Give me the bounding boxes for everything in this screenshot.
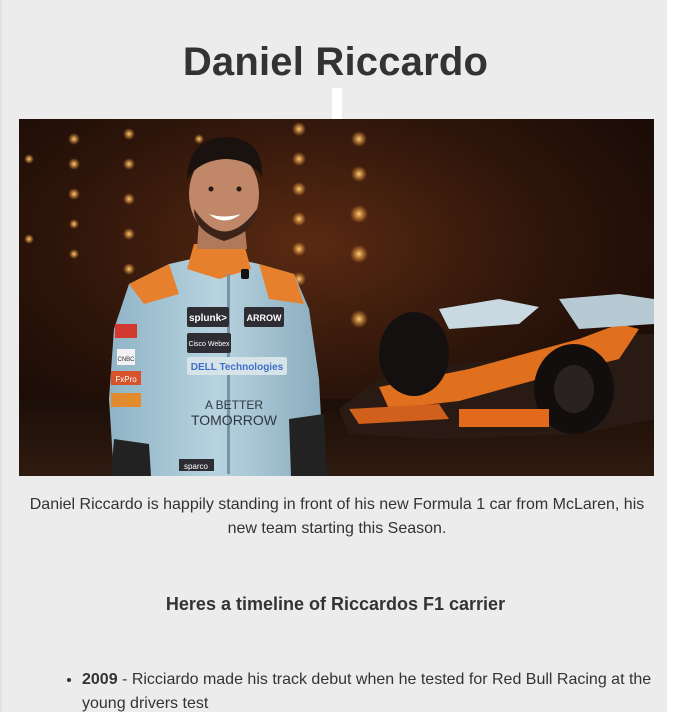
timeline-text: - Ricciardo made his track debut when he…	[82, 671, 652, 712]
svg-text:FxPro: FxPro	[115, 375, 137, 384]
svg-text:sparco: sparco	[184, 462, 209, 471]
svg-text:splunk>: splunk>	[189, 313, 227, 324]
timeline-heading: Heres a timeline of Riccardos F1 carrier	[165, 594, 506, 614]
page-title: Daniel Riccardo	[182, 40, 489, 84]
svg-text:DELL Technologies: DELL Technologies	[191, 362, 284, 373]
hero-photo: splunk> ARROW Cisco Webex DELL Technolog…	[19, 119, 654, 476]
svg-text:ARROW: ARROW	[247, 313, 282, 323]
photo-caption: Daniel Riccardo is happily standing in f…	[29, 496, 645, 537]
svg-text:A BETTER: A BETTER	[205, 398, 263, 412]
timeline-item: 2009 - Ricciardo made his track debut wh…	[82, 668, 667, 712]
text-cursor-mark	[332, 88, 342, 119]
timeline-list: 2009 - Ricciardo made his track debut wh…	[62, 668, 667, 712]
timeline-year: 2009	[82, 671, 118, 688]
svg-text:Cisco Webex: Cisco Webex	[188, 341, 230, 348]
article-page: Daniel Riccardo splunk> ARROW Cisco Webe…	[0, 0, 667, 712]
svg-text:CNBC: CNBC	[117, 357, 135, 363]
svg-text:TOMORROW: TOMORROW	[191, 412, 278, 428]
